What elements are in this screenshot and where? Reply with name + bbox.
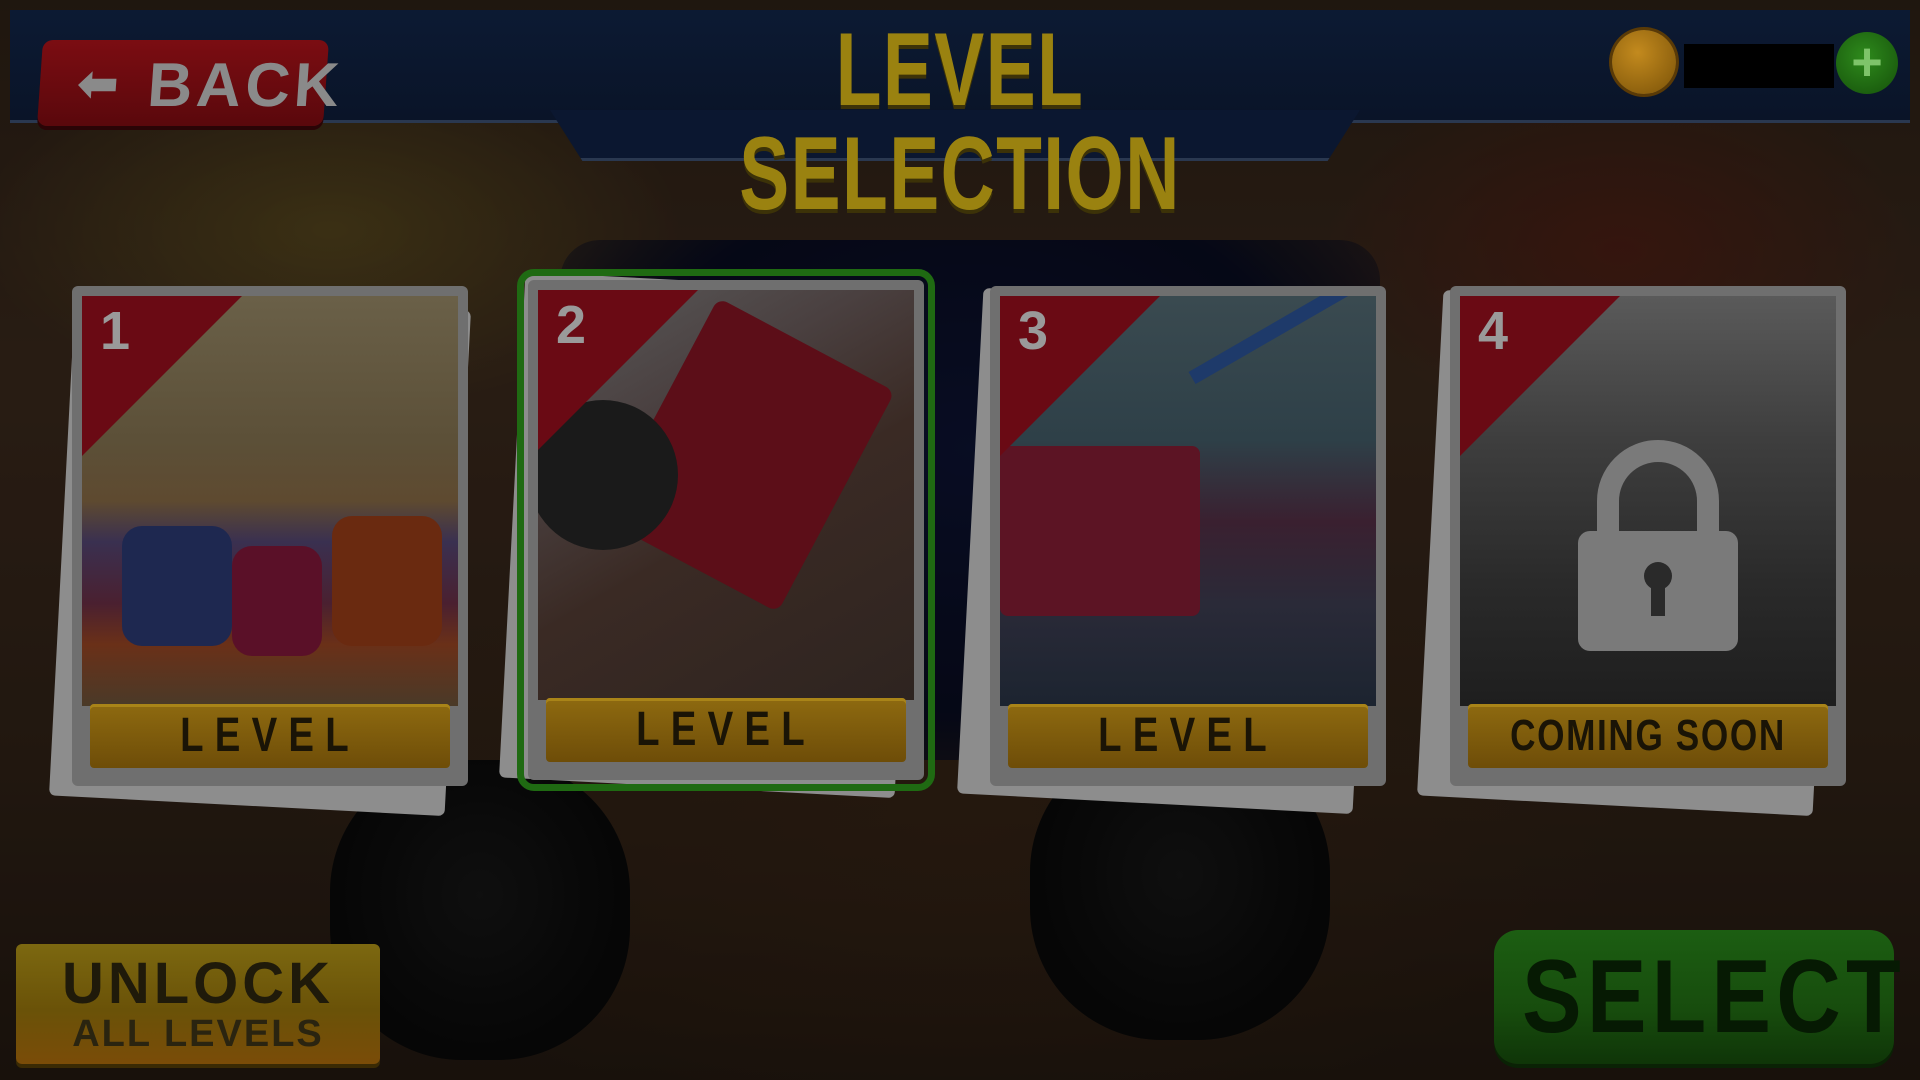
coin-icon [1612, 30, 1676, 94]
level-number: 2 [556, 295, 587, 355]
plus-icon: + [1851, 32, 1883, 92]
add-coins-button[interactable]: + [1836, 32, 1898, 94]
level-number: 4 [1478, 301, 1509, 361]
back-button[interactable]: ⬅ BACK [36, 40, 345, 126]
level-card-4[interactable]: 4 COMING SOON [1450, 286, 1846, 786]
level-label-bar: LEVEL [546, 698, 906, 762]
arrow-left-icon: ⬅ [76, 58, 120, 111]
level-label: LEVEL [1098, 709, 1278, 762]
unlock-all-levels-button[interactable]: UNLOCK ALL LEVELS [16, 944, 380, 1064]
level-label: LEVEL [180, 709, 360, 762]
padlock-icon [1578, 440, 1738, 651]
level-label: LEVEL [636, 703, 816, 756]
red-truck [1000, 446, 1200, 616]
level-label-bar: LEVEL [90, 704, 450, 768]
track-rail [1188, 296, 1352, 385]
coin-balance [1684, 44, 1834, 88]
back-button-label: BACK [145, 51, 346, 120]
select-button-label: SELECT [1522, 939, 1906, 1055]
level-number: 1 [100, 301, 131, 361]
level-label-bar: COMING SOON [1468, 704, 1828, 768]
level-card-2[interactable]: 2 LEVEL [517, 269, 935, 791]
level-label-bar: LEVEL [1008, 704, 1368, 768]
level-card-1[interactable]: 1 LEVEL [72, 286, 468, 786]
pink-truck [232, 546, 322, 656]
level-number: 3 [1018, 301, 1049, 361]
orange-truck [332, 516, 442, 646]
page-title: LEVEL SELECTION [739, 12, 1181, 232]
blue-truck [122, 526, 232, 646]
level-label: COMING SOON [1510, 711, 1786, 760]
all-levels-label: ALL LEVELS [72, 1013, 324, 1055]
unlock-label: UNLOCK [61, 951, 335, 1016]
select-button[interactable]: SELECT [1494, 930, 1906, 1064]
level-card-3[interactable]: 3 LEVEL [990, 286, 1386, 786]
